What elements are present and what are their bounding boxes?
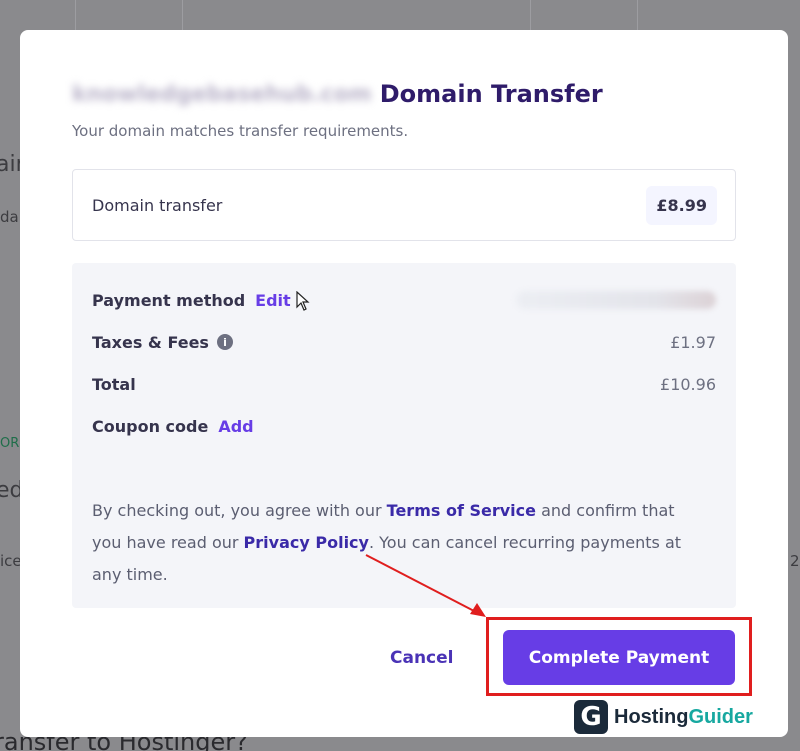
background-text-fragment: da	[0, 208, 19, 226]
total-label: Total	[92, 374, 136, 394]
modal-title: Domain Transfer	[379, 80, 603, 108]
hostingguider-logo-icon: G	[574, 700, 608, 734]
watermark-text-part: Guider	[688, 705, 753, 728]
modal-title-row: knowledgebasehub.com Domain Transfer	[72, 80, 603, 108]
hostingguider-watermark: G HostingGuider	[574, 700, 753, 734]
watermark-text-part: Hosting	[614, 705, 689, 728]
taxes-row: Taxes & Fees i £1.97	[92, 330, 716, 354]
background-text-fragment: 2	[790, 552, 800, 570]
coupon-label: Coupon code	[92, 416, 209, 436]
legal-text-part: By checking out, you agree with our	[92, 501, 387, 520]
order-item-price: £8.99	[646, 186, 717, 225]
legal-text: By checking out, you agree with our Term…	[92, 495, 702, 591]
background-text-fragment: OR	[0, 436, 20, 451]
mouse-cursor-icon	[296, 291, 310, 311]
privacy-policy-link[interactable]: Privacy Policy	[244, 533, 369, 552]
edit-payment-link[interactable]: Edit	[255, 291, 291, 310]
total-row: Total £10.96	[92, 372, 716, 396]
background-text-fragment: ice	[0, 552, 22, 570]
coupon-row: Coupon code Add	[92, 414, 716, 438]
info-icon[interactable]: i	[216, 334, 233, 350]
add-coupon-link[interactable]: Add	[218, 417, 253, 436]
taxes-value: £1.97	[670, 332, 716, 352]
watermark-text: HostingGuider	[614, 706, 753, 729]
order-item-card: Domain transfer £8.99	[72, 169, 736, 241]
cancel-button[interactable]: Cancel	[390, 648, 453, 668]
order-item-label: Domain transfer	[92, 196, 223, 215]
annotation-highlight-box	[486, 617, 752, 696]
terms-of-service-link[interactable]: Terms of Service	[387, 501, 536, 520]
taxes-label: Taxes & Fees	[92, 332, 209, 352]
domain-name-blurred: knowledgebasehub.com	[72, 81, 372, 107]
payment-method-label: Payment method	[92, 290, 246, 310]
payment-card-blurred	[516, 291, 716, 309]
modal-subtitle: Your domain matches transfer requirement…	[72, 122, 409, 140]
payment-method-row: Payment method Edit	[92, 288, 716, 312]
payment-summary: Payment method Edit Taxes & Fees i £1.97…	[72, 263, 736, 608]
total-value: £10.96	[660, 374, 716, 394]
